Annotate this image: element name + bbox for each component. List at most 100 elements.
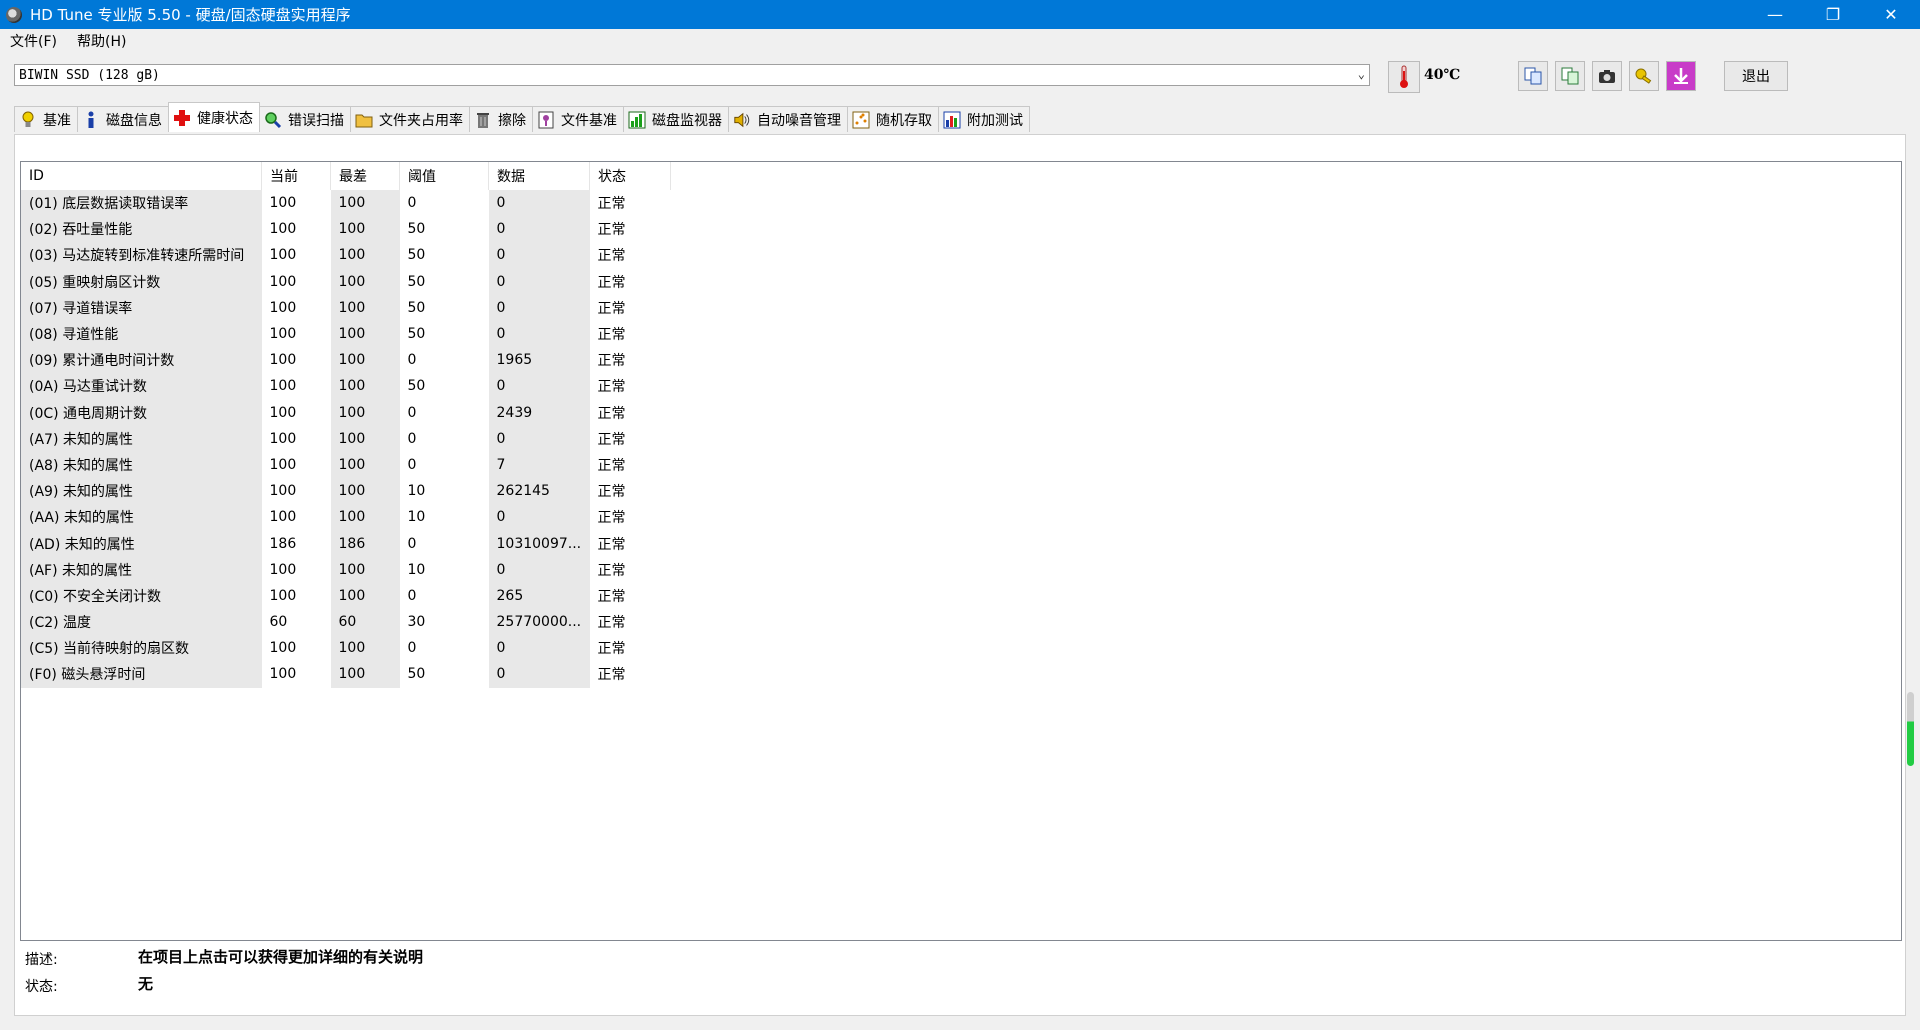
table-row[interactable]: (01) 底层数据读取错误率 100 100 0 0 正常: [21, 190, 671, 217]
tab-health[interactable]: 健康状态: [168, 102, 260, 132]
table-row[interactable]: (08) 寻道性能 100 100 50 0 正常: [21, 320, 671, 348]
table-row[interactable]: (F0) 磁头悬浮时间 100 100 50 0 正常: [21, 661, 671, 688]
tab-file-benchmark[interactable]: 文件基准: [532, 106, 624, 132]
tab-disk-monitor[interactable]: 磁盘监视器: [623, 106, 729, 132]
exit-button[interactable]: 退出: [1724, 61, 1788, 91]
table-cell: 50: [407, 378, 426, 395]
title-bar: HD Tune 专业版 5.50 - 硬盘/固态硬盘实用程序 — ❐ ✕: [0, 0, 1920, 29]
chevron-down-icon: ⌄: [1357, 67, 1365, 81]
minimize-button[interactable]: —: [1746, 0, 1804, 29]
drive-select[interactable]: BIWIN SSD (128 gB) ⌄: [14, 64, 1370, 86]
drive-select-value: BIWIN SSD (128 gB): [19, 67, 160, 83]
scroll-indicator[interactable]: [1907, 692, 1914, 766]
table-header-row: ID 当前 最差 阈值 数据 状态: [21, 162, 671, 190]
column-header-threshold[interactable]: 阈值: [399, 162, 489, 190]
table-cell: 100: [269, 299, 297, 316]
toolbar: BIWIN SSD (128 gB) ⌄ 40℃ 退出: [0, 56, 1920, 96]
table-cell: 50: [407, 247, 426, 264]
table-row[interactable]: (A8) 未知的属性 100 100 0 7 正常: [21, 451, 671, 479]
smart-attributes-list[interactable]: ID 当前 最差 阈值 数据 状态 (01) 底层数据读取错误率 100 100 0 0…: [20, 161, 1902, 941]
table-cell: 正常: [597, 196, 626, 213]
save-download-button[interactable]: [1666, 61, 1696, 91]
table-row[interactable]: (AA) 未知的属性 100 100 10 0 正常: [21, 504, 671, 531]
tab-benchmark[interactable]: 基准: [14, 106, 78, 132]
table-cell: 2439: [488, 399, 590, 426]
tab-random-access[interactable]: 随机存取: [847, 106, 939, 132]
copy-all-icon: [1561, 67, 1579, 85]
column-header-current[interactable]: 当前: [261, 162, 331, 190]
table-cell: 100: [330, 399, 400, 426]
smart-table: ID 当前 最差 阈值 数据 状态 (01) 底层数据读取错误率 100 100 0 0…: [21, 162, 671, 688]
table-cell: 0: [488, 190, 590, 217]
table-cell: 100: [269, 640, 297, 657]
options-button[interactable]: [1629, 61, 1659, 91]
table-cell: 0: [488, 661, 590, 688]
table-cell: 正常: [597, 327, 626, 344]
table-cell: 10: [407, 509, 426, 526]
tab-disk-info[interactable]: 磁盘信息: [77, 106, 169, 132]
table-cell: 100: [269, 195, 297, 212]
tab-error-scan[interactable]: 错误扫描: [259, 106, 351, 132]
table-row[interactable]: (AD) 未知的属性 186 186 0 10310097... 正常: [21, 530, 671, 557]
window-title: HD Tune 专业版 5.50 - 硬盘/固态硬盘实用程序: [30, 6, 351, 24]
camera-icon: [1599, 70, 1615, 83]
table-cell: 100: [269, 561, 297, 578]
tab-extra-tests[interactable]: 附加测试: [938, 106, 1030, 132]
tab-erase[interactable]: 擦除: [469, 106, 533, 132]
screenshot-button[interactable]: [1592, 61, 1622, 91]
table-cell: 10: [407, 483, 426, 500]
column-header-id[interactable]: ID: [21, 162, 262, 190]
table-cell: (C5) 当前待映射的扇区数: [21, 635, 262, 662]
column-header-status[interactable]: 状态: [589, 162, 671, 190]
table-row[interactable]: (A9) 未知的属性 100 100 10 262145 正常: [21, 478, 671, 505]
tab-label: 磁盘监视器: [652, 112, 722, 129]
temperature-value: 40℃: [1424, 67, 1461, 83]
tab-label: 磁盘信息: [106, 112, 162, 129]
menu-file[interactable]: 文件(F): [0, 31, 67, 51]
table-cell: 0: [488, 216, 590, 243]
table-row[interactable]: (C0) 不安全关闭计数 100 100 0 265 正常: [21, 582, 671, 609]
menu-help[interactable]: 帮助(H): [67, 31, 136, 51]
table-row[interactable]: (C2) 温度 60 60 30 25770000... 正常: [21, 609, 671, 636]
table-row[interactable]: (02) 吞吐量性能 100 100 50 0 正常: [21, 216, 671, 243]
table-row[interactable]: (AF) 未知的属性 100 100 10 0 正常: [21, 556, 671, 583]
table-cell: (02) 吞吐量性能: [21, 216, 262, 243]
table-cell: 1965: [488, 347, 590, 374]
table-cell: 186: [269, 535, 297, 552]
thermometer-button[interactable]: [1388, 61, 1420, 93]
arrow-down-icon: [1674, 68, 1688, 84]
copy-all-button[interactable]: [1555, 61, 1585, 91]
column-header-worst[interactable]: 最差: [330, 162, 400, 190]
key-options-icon: [1635, 68, 1652, 84]
table-cell: 100: [330, 320, 400, 348]
table-row[interactable]: (0A) 马达重试计数 100 100 50 0 正常: [21, 373, 671, 400]
table-cell: 100: [330, 268, 400, 295]
table-cell: 100: [330, 556, 400, 583]
table-cell: 0: [488, 504, 590, 531]
table-row[interactable]: (07) 寻道错误率 100 100 50 0 正常: [21, 294, 671, 321]
table-cell: 100: [330, 661, 400, 688]
table-row[interactable]: (C5) 当前待映射的扇区数 100 100 0 0 正常: [21, 635, 671, 662]
table-cell: 正常: [597, 457, 626, 474]
close-button[interactable]: ✕: [1862, 0, 1920, 29]
table-row[interactable]: (0C) 通电周期计数 100 100 0 2439 正常: [21, 399, 671, 426]
table-cell: 0: [488, 242, 590, 269]
column-header-data[interactable]: 数据: [488, 162, 590, 190]
table-cell: 0: [407, 352, 417, 369]
table-cell: 186: [330, 530, 400, 557]
copy-info-button[interactable]: [1518, 61, 1548, 91]
table-cell: 正常: [597, 510, 626, 527]
table-row[interactable]: (05) 重映射扇区计数 100 100 50 0 正常: [21, 268, 671, 295]
table-row[interactable]: (09) 累计通电时间计数 100 100 0 1965 正常: [21, 347, 671, 374]
restore-button[interactable]: ❐: [1804, 0, 1862, 29]
table-cell: (AA) 未知的属性: [21, 504, 262, 531]
table-row[interactable]: (03) 马达旋转到标准转速所需时间 100 100 50 0 正常: [21, 242, 671, 269]
table-row[interactable]: (A7) 未知的属性 100 100 0 0 正常: [21, 425, 671, 452]
tab-aam[interactable]: 自动噪音管理: [728, 106, 848, 132]
description-label: 描述:: [25, 952, 58, 968]
tab-folder-usage[interactable]: 文件夹占用率: [350, 106, 470, 132]
table-cell: 25770000...: [488, 609, 590, 636]
status-value: 无: [138, 975, 154, 993]
table-cell: 正常: [597, 641, 626, 658]
table-cell: (A7) 未知的属性: [21, 425, 262, 452]
